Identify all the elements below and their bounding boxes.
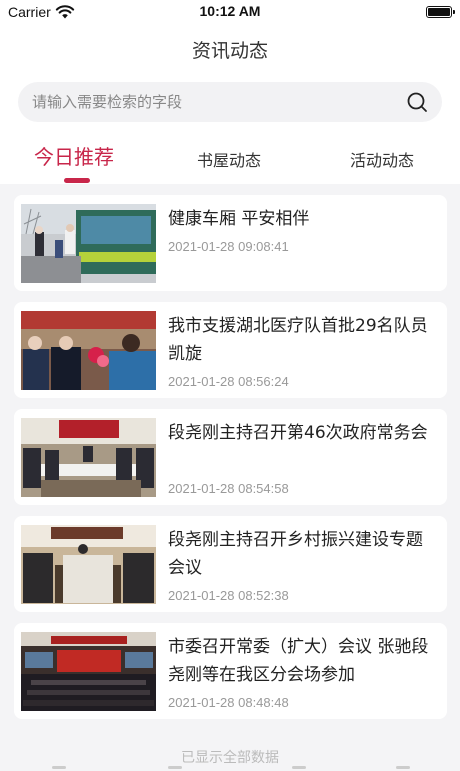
bottom-strip (0, 765, 460, 771)
active-tab-indicator (64, 178, 90, 183)
tabbar-icon-activity[interactable] (292, 766, 306, 769)
news-title: 段尧刚主持召开第46次政府常务会 (168, 423, 428, 443)
news-card[interactable]: 段尧刚主持召开乡村振兴建设专题会议 2021-01-28 08:52:38 (14, 516, 447, 612)
news-title: 我市支援湖北医疗队首批29名队员凯旋 (168, 316, 428, 364)
news-thumbnail (21, 632, 156, 711)
tabbar-icon-profile[interactable] (396, 766, 410, 769)
status-time: 10:12 AM (199, 3, 261, 19)
news-thumbnail (21, 204, 156, 283)
news-title: 市委召开常委（扩大）会议 张驰段尧刚等在我区分会场参加 (168, 637, 429, 685)
news-thumbnail (21, 311, 156, 390)
tabbar-icon-news[interactable] (168, 766, 182, 769)
news-time: 2021-01-28 08:52:38 (168, 588, 289, 603)
tab-bookstore-news[interactable]: 书屋动态 (197, 147, 261, 171)
news-thumbnail (21, 525, 156, 604)
news-time: 2021-01-28 08:54:58 (168, 481, 289, 496)
news-thumbnail (21, 418, 156, 497)
page-title: 资讯动态 (191, 40, 268, 62)
news-card[interactable]: 我市支援湖北医疗队首批29名队员凯旋 2021-01-28 08:56:24 (14, 302, 447, 398)
battery-icon (426, 6, 455, 18)
news-title: 段尧刚主持召开乡村振兴建设专题会议 (168, 530, 423, 578)
all-loaded-note: 已显示全部数据 (181, 750, 279, 766)
news-card[interactable]: 市委召开常委（扩大）会议 张驰段尧刚等在我区分会场参加 2021-01-28 0… (14, 623, 447, 719)
news-title: 健康车厢 平安相伴 (168, 209, 310, 229)
search-input[interactable] (32, 82, 392, 122)
search-bar[interactable] (18, 82, 442, 122)
news-card[interactable]: 健康车厢 平安相伴 2021-01-28 09:08:41 (14, 195, 447, 291)
tabbar-icon-home[interactable] (52, 766, 66, 769)
news-time: 2021-01-28 08:48:48 (168, 695, 289, 710)
status-bar: Carrier 10:12 AM (0, 0, 460, 26)
news-time: 2021-01-28 08:56:24 (168, 374, 289, 389)
search-icon[interactable] (406, 91, 428, 113)
news-time: 2021-01-28 09:08:41 (168, 239, 289, 254)
tab-today-recommend[interactable]: 今日推荐 (34, 141, 114, 170)
news-card[interactable]: 段尧刚主持召开第46次政府常务会 2021-01-28 08:54:58 (14, 409, 447, 505)
tab-activity-news[interactable]: 活动动态 (350, 147, 414, 171)
